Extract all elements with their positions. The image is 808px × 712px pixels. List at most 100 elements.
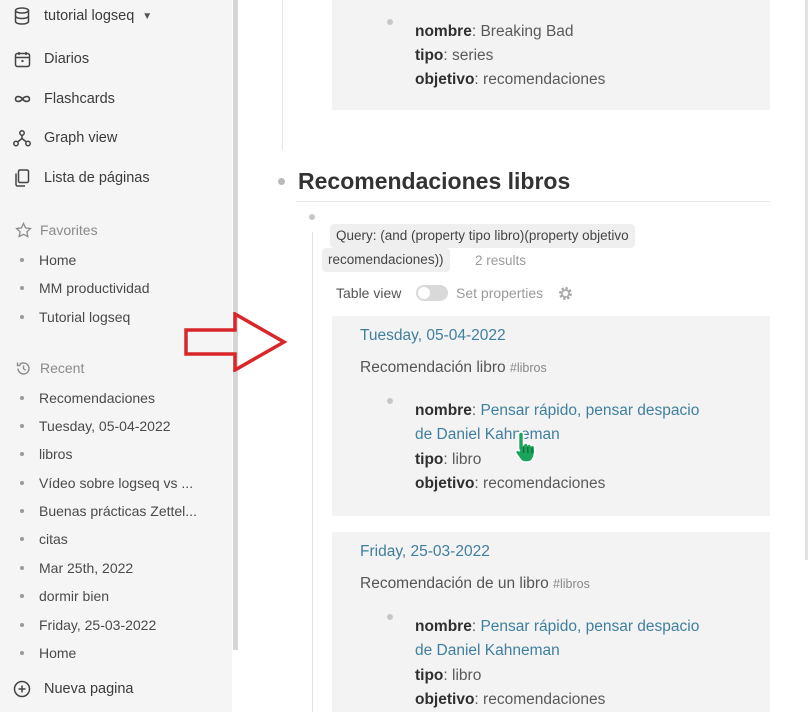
bullet (20, 315, 24, 319)
recent-item[interactable]: dormir bien (20, 588, 109, 604)
recent-item[interactable]: Vídeo sobre logseq vs ... (20, 475, 193, 491)
property-value: Breaking Bad (480, 23, 574, 40)
recent-item[interactable]: Tuesday, 05-04-2022 (20, 418, 171, 434)
block-bullet[interactable] (387, 398, 393, 404)
bullet (20, 258, 24, 262)
property-key: tipo (415, 667, 444, 684)
calendar-icon (12, 49, 32, 69)
recent-label: Mar 25th, 2022 (39, 560, 134, 576)
property-nombre-continued: de Daniel Kahneman (415, 642, 560, 660)
nav-diarios[interactable]: Diarios (12, 49, 89, 69)
chevron-down-icon: ▼ (142, 10, 153, 22)
recent-item[interactable]: Home (20, 645, 76, 661)
graph-selector[interactable]: tutorial logseq ▼ (12, 6, 152, 26)
favorite-item[interactable]: Tutorial logseq (20, 309, 130, 325)
gear-icon[interactable] (557, 285, 574, 307)
property-value-link[interactable]: de Daniel Kahneman (415, 642, 560, 659)
query-text-line2[interactable]: recomendaciones)) (322, 248, 450, 272)
recent-item[interactable]: Friday, 25-03-2022 (20, 617, 156, 633)
property-value-link[interactable]: Pensar rápido, pensar despacio (480, 618, 699, 635)
recent-label: dormir bien (39, 588, 110, 604)
nav-flashcards[interactable]: Flashcards (12, 89, 115, 109)
history-icon (14, 359, 32, 377)
nav-graph-view[interactable]: Graph view (12, 128, 117, 148)
property-value: recomendaciones (483, 475, 606, 492)
bullet (20, 452, 24, 456)
recent-label: Recomendaciones (39, 390, 155, 406)
favorites-header[interactable]: Favorites (14, 221, 98, 239)
bullet (20, 566, 24, 570)
query-text-line1[interactable]: Query: (and (property tipo libro)(proper… (330, 224, 635, 248)
property-key: nombre (415, 618, 472, 635)
heading-divider (296, 201, 770, 202)
pages-icon (12, 168, 32, 188)
table-view-label: Table view (336, 285, 402, 301)
section-heading[interactable]: Recomendaciones libros (298, 168, 570, 195)
property-key: nombre (415, 402, 472, 419)
recent-label: Friday, 25-03-2022 (39, 617, 157, 633)
main-content: nombre: Breaking Bad tipo: series objeti… (238, 0, 808, 712)
recent-label: Tuesday, 05-04-2022 (39, 418, 171, 434)
property-nombre: nombre: Pensar rápido, pensar despacio (415, 402, 700, 419)
table-view-toggle[interactable] (416, 285, 448, 301)
journal-date-link[interactable]: Friday, 25-03-2022 (360, 543, 490, 561)
property-value: libro (452, 667, 482, 684)
property-tipo: tipo: series (415, 47, 494, 64)
set-properties-label[interactable]: Set properties (456, 285, 543, 301)
property-value: series (452, 47, 494, 64)
property-value: recomendaciones (483, 691, 606, 708)
block-text[interactable]: Recomendación de un libro #libros (360, 575, 590, 593)
recent-label: Buenas prácticas Zettel... (39, 503, 197, 519)
bullet (20, 651, 24, 655)
bullet (20, 537, 24, 541)
favorite-item[interactable]: Home (20, 252, 76, 268)
block-bullet[interactable] (309, 214, 315, 220)
block-text[interactable]: Recomendación libro #libros (360, 359, 547, 377)
recent-item[interactable]: citas (20, 531, 68, 547)
infinity-icon (12, 89, 32, 109)
recent-item[interactable]: Buenas prácticas Zettel... (20, 503, 197, 519)
block-guide-line (282, 0, 283, 150)
journal-date-link[interactable]: Tuesday, 05-04-2022 (360, 327, 506, 345)
property-key: tipo (415, 47, 444, 64)
graph-icon (12, 128, 32, 148)
database-icon (12, 6, 32, 26)
nav-label: Diarios (44, 51, 90, 67)
property-tipo: tipo: libro (415, 667, 482, 684)
new-page-button[interactable]: Nueva pagina (12, 679, 134, 699)
plus-circle-icon (12, 679, 32, 699)
property-key: objetivo (415, 475, 475, 492)
recent-header[interactable]: Recent (14, 359, 84, 377)
favorites-label: Favorites (40, 222, 98, 238)
bullet (20, 481, 24, 485)
property-value-link[interactable]: Pensar rápido, pensar despacio (480, 402, 699, 419)
block-content: Recomendación libro (360, 359, 506, 376)
bullet (20, 594, 24, 598)
recent-label: Recent (40, 360, 85, 376)
block-bullet[interactable] (278, 178, 285, 185)
tag-link[interactable]: #libros (553, 577, 590, 591)
block-bullet[interactable] (387, 614, 393, 620)
property-key: objetivo (415, 691, 475, 708)
recent-item[interactable]: Recomendaciones (20, 390, 155, 406)
property-nombre: nombre: Breaking Bad (415, 23, 574, 40)
property-value: libro (452, 451, 482, 468)
block-bullet[interactable] (387, 19, 393, 25)
property-key: nombre (415, 23, 472, 40)
recent-item[interactable]: Mar 25th, 2022 (20, 560, 133, 576)
annotation-arrow-icon (184, 310, 288, 377)
recent-label: Vídeo sobre logseq vs ... (39, 475, 194, 491)
bullet (20, 286, 24, 290)
bullet (20, 396, 24, 400)
tag-link[interactable]: #libros (510, 361, 547, 375)
new-page-label: Nueva pagina (44, 681, 134, 697)
nav-lista-de-paginas[interactable]: Lista de páginas (12, 168, 150, 188)
block-guide-line (312, 232, 313, 712)
property-objetivo: objetivo: recomendaciones (415, 475, 606, 492)
property-objetivo: objetivo: recomendaciones (415, 71, 606, 88)
hand-cursor-icon (513, 430, 541, 471)
property-key: tipo (415, 451, 444, 468)
favorite-item[interactable]: MM productividad (20, 280, 150, 296)
recent-item[interactable]: libros (20, 446, 72, 462)
recent-label: citas (39, 531, 68, 547)
